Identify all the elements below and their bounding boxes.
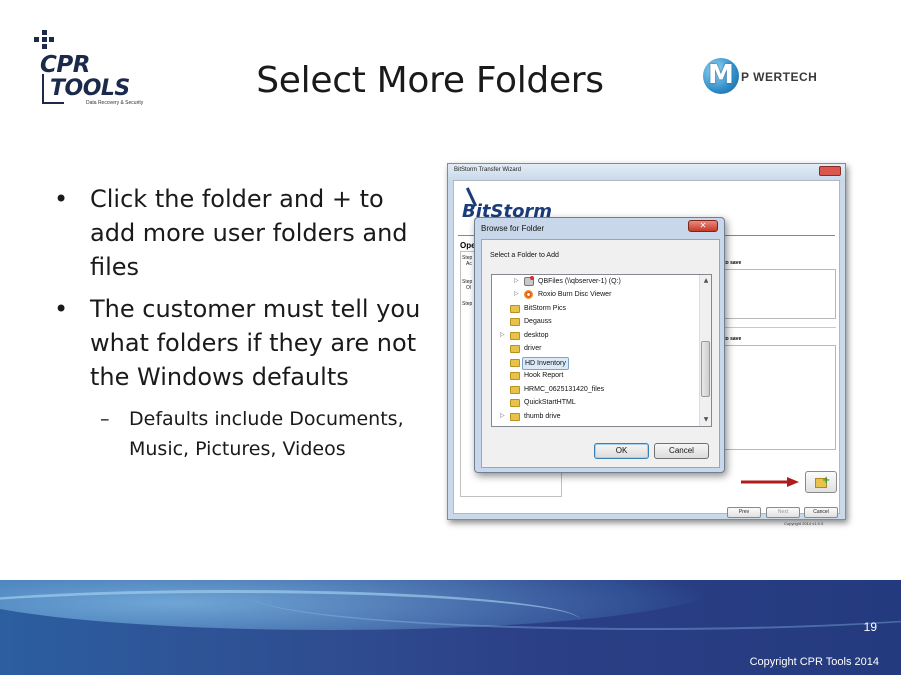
folder-icon bbox=[510, 359, 520, 367]
browse-folder-dialog: Browse for Folder ✕ Select a Folder to A… bbox=[474, 217, 725, 473]
expand-arrow-icon[interactable]: ▷ bbox=[500, 329, 505, 342]
mpowertech-logo: M P WERTECH bbox=[703, 58, 853, 98]
bullet-item: • The customer must tell you what folder… bbox=[54, 292, 424, 394]
save-list-top[interactable] bbox=[724, 269, 836, 319]
sub-bullet-item: – Defaults include Documents, Music, Pic… bbox=[54, 404, 424, 464]
save-label: to save bbox=[724, 260, 742, 266]
expand-arrow-icon[interactable]: ▷ bbox=[514, 288, 519, 301]
folder-icon bbox=[510, 372, 520, 380]
dialog-close-button[interactable]: ✕ bbox=[688, 220, 718, 232]
scroll-down-icon[interactable]: ▼ bbox=[702, 416, 710, 424]
bullet-item: • Click the folder and + to add more use… bbox=[54, 182, 424, 284]
bullet-dot: • bbox=[54, 185, 69, 213]
save-list-bottom[interactable] bbox=[724, 345, 836, 450]
wizard-step: Step bbox=[462, 301, 472, 307]
scroll-up-icon[interactable]: ▲ bbox=[702, 277, 710, 285]
folder-icon bbox=[510, 345, 520, 353]
wizard-close-button[interactable] bbox=[819, 166, 841, 176]
prev-button[interactable]: Prev bbox=[727, 507, 761, 518]
folder-icon bbox=[510, 399, 520, 407]
step-sublabel: Ac bbox=[466, 261, 472, 267]
red-arrow-icon bbox=[741, 477, 799, 487]
sub-bullet-text: Defaults include Documents, Music, Pictu… bbox=[129, 408, 404, 460]
logo-brand-text: P WERTECH bbox=[741, 70, 818, 84]
bullet-list: • Click the folder and + to add more use… bbox=[54, 182, 424, 464]
expand-arrow-icon[interactable]: ▷ bbox=[514, 275, 519, 288]
bullet-text: The customer must tell you what folders … bbox=[90, 295, 421, 391]
copyright-text: Copyright CPR Tools 2014 bbox=[749, 656, 879, 668]
bullet-text: Click the folder and + to add more user … bbox=[90, 185, 408, 281]
network-drive-icon bbox=[524, 276, 534, 286]
tree-item-label: driver bbox=[524, 345, 542, 352]
tree-item-label: thumb drive bbox=[524, 413, 561, 420]
dialog-prompt: Select a Folder to Add bbox=[490, 252, 559, 259]
wizard-cancel-button[interactable]: Cancel bbox=[804, 507, 838, 518]
wizard-step: Step Ac bbox=[462, 255, 472, 267]
next-button[interactable]: Next bbox=[766, 507, 800, 518]
tree-item-label: Roxio Burn Disc Viewer bbox=[538, 291, 612, 298]
scrollbar-thumb[interactable] bbox=[701, 341, 710, 397]
folder-icon bbox=[510, 413, 520, 421]
tree-item-label: QBFiles (\\qbserver-1) (Q:) bbox=[538, 278, 621, 285]
wizard-version-text: Copyright 2014 v1.0.3 bbox=[784, 521, 824, 526]
pixel-dots-icon bbox=[34, 30, 58, 54]
add-folder-button[interactable]: + bbox=[805, 471, 837, 493]
dialog-title: Browse for Folder bbox=[481, 224, 545, 233]
step-sublabel: Ol bbox=[466, 285, 471, 291]
wizard-title: BitStorm Transfer Wizard bbox=[454, 167, 522, 173]
tree-item-label: BitStorm Pics bbox=[524, 305, 567, 312]
folder-icon bbox=[510, 332, 520, 340]
tree-item-label: Hook Report bbox=[524, 372, 564, 379]
roxio-disc-icon bbox=[524, 290, 533, 299]
bullet-dot: • bbox=[54, 295, 69, 323]
logo-m-mark: M bbox=[708, 60, 734, 90]
wizard-titlebar: BitStorm Transfer Wizard bbox=[448, 164, 845, 180]
plus-icon: + bbox=[822, 475, 831, 486]
step-label: Step bbox=[462, 301, 473, 307]
folder-tree[interactable]: ▷ QBFiles (\\qbserver-1) (Q:) ▷ Roxio Bu… bbox=[491, 274, 712, 427]
dialog-body: Select a Folder to Add ▷ QBFiles (\\qbse… bbox=[481, 239, 720, 468]
expand-arrow-icon[interactable]: ▷ bbox=[500, 410, 505, 423]
tree-item-label: HRMC_0625131420_files bbox=[524, 386, 605, 393]
sub-bullet-dash: – bbox=[100, 408, 110, 430]
tree-item-label: Degauss bbox=[524, 318, 552, 325]
cancel-button[interactable]: Cancel bbox=[654, 443, 709, 459]
folder-icon bbox=[510, 305, 520, 313]
tree-item-label: QuickStartHTML bbox=[524, 399, 576, 406]
folder-icon bbox=[510, 318, 520, 326]
tree-scrollbar[interactable]: ▲ ▼ bbox=[699, 275, 711, 426]
wizard-step: Step Ol bbox=[462, 279, 472, 291]
wizard-divider bbox=[724, 327, 836, 328]
save-label: to save bbox=[724, 336, 742, 342]
ok-button[interactable]: OK bbox=[594, 443, 649, 459]
folder-icon bbox=[510, 386, 520, 394]
tree-item-label: desktop bbox=[524, 332, 549, 339]
page-number: 19 bbox=[863, 620, 877, 634]
